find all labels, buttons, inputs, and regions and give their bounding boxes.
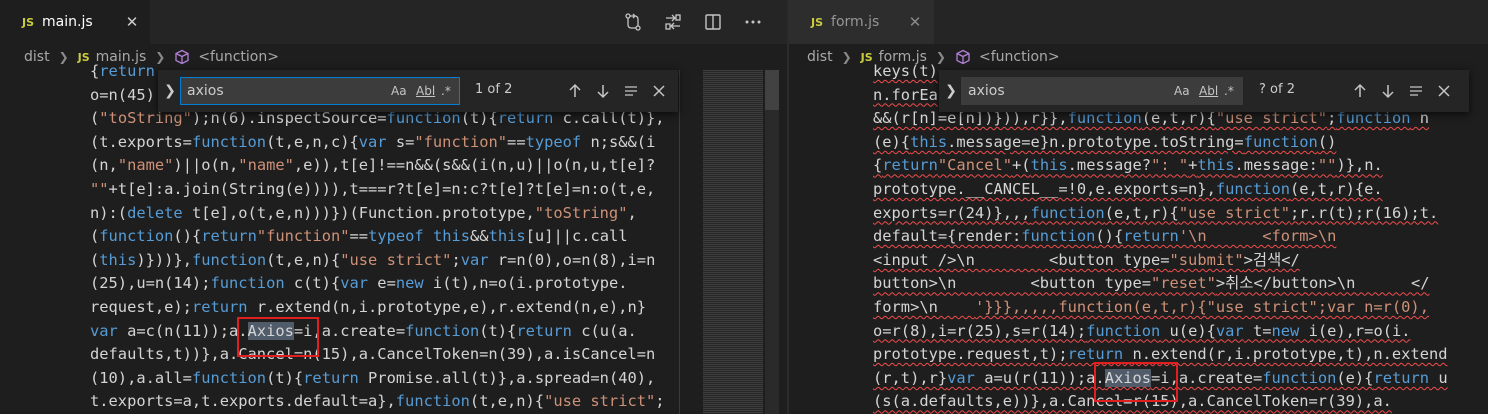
code-line[interactable]: (25),u=n(14);function c(t){var e=new i(t… — [90, 272, 628, 296]
code-line[interactable]: {return"Cancel"+(this.message?": "+this.… — [873, 154, 1383, 178]
code-line[interactable]: (e){this.message=e}n.prototype.toString=… — [873, 131, 1336, 155]
code-line[interactable]: request,e);return r.extend(n,i.prototype… — [90, 296, 646, 320]
code-line[interactable]: ""+t[e]:a.join(String(e)))),t===r?t[e]=n… — [90, 178, 655, 202]
find-input-box: Aa Abl .* — [961, 77, 1243, 105]
vertical-ruler — [679, 70, 680, 414]
code-line[interactable]: n.forEa — [873, 84, 938, 108]
close-icon[interactable]: ✕ — [122, 12, 142, 32]
code-line[interactable]: o=n(45) — [90, 84, 155, 108]
match-count: ? of 2 — [1259, 82, 1295, 97]
code-line[interactable]: (this)}))},function(t,e,n){"use strict";… — [90, 249, 655, 273]
code-line[interactable]: (function(){return"function"==typeof thi… — [90, 225, 628, 249]
code-line[interactable]: defaults,t))},a.Cancel=n(15),a.CancelTok… — [90, 343, 655, 367]
match-whole-word-icon[interactable]: Abl — [1199, 82, 1218, 100]
code-line[interactable]: var a=c(n(11));a.Axios=i,a.create=functi… — [90, 320, 637, 344]
close-find-icon[interactable] — [1433, 80, 1455, 102]
js-file-icon: JS — [811, 15, 824, 29]
use-regex-icon[interactable]: .* — [1224, 82, 1234, 100]
code-line[interactable]: form>\n '}}},,,,,function(e,t,r){"use st… — [873, 296, 1429, 320]
compare-icon[interactable] — [656, 5, 690, 39]
tab-bar: JS form.js ✕ — [789, 0, 1488, 44]
tab-title: main.js — [42, 14, 93, 30]
match-whole-word-icon[interactable]: Abl — [416, 82, 435, 100]
close-find-icon[interactable] — [648, 80, 670, 102]
more-actions-icon[interactable] — [736, 5, 770, 39]
code-line[interactable]: t.exports=a,t.exports.default=a},functio… — [90, 390, 665, 414]
code-line[interactable]: exports=r(24)},,,function(e,t,r){"use st… — [873, 202, 1438, 226]
find-widget: ❯ Aa Abl .* 1 of 2 — [158, 70, 678, 112]
use-regex-icon[interactable]: .* — [441, 82, 451, 100]
find-input[interactable] — [968, 78, 1148, 104]
match-highlight-box — [1094, 362, 1178, 402]
previous-match-icon[interactable] — [1349, 80, 1371, 102]
left-editor-group: JS main.js ✕ dist ❯ JS main.js ❯ <functi… — [0, 0, 787, 414]
next-match-icon[interactable] — [592, 80, 614, 102]
find-input[interactable] — [187, 78, 367, 104]
match-count: 1 of 2 — [475, 82, 513, 97]
tab-title: form.js — [831, 14, 880, 30]
code-editor[interactable]: {return o=n(45) ("toString");n(6).inspectS… — [0, 60, 787, 414]
code-line[interactable]: default={render:function(){return'\n <fo… — [873, 225, 1336, 249]
match-case-icon[interactable]: Aa — [391, 82, 407, 100]
find-in-selection-icon[interactable] — [620, 80, 642, 102]
tab-bar: JS main.js ✕ — [0, 0, 787, 44]
find-input-box: Aa Abl .* — [180, 77, 460, 105]
code-line[interactable]: o=r(8),i=r(25),s=r(14);function u(e){var… — [873, 320, 1411, 344]
code-line[interactable]: n):(delete t[e],o(t,e,n)))})(Function.pr… — [90, 202, 637, 226]
find-widget: ❯ Aa Abl .* ? of 2 — [939, 70, 1469, 112]
vertical-scrollbar[interactable] — [765, 70, 779, 414]
next-match-icon[interactable] — [1377, 80, 1399, 102]
code-editor[interactable]: keys(t) n.forEa &&(r[n]=e[n])})),r}},funct… — [789, 60, 1488, 414]
tab-main-js[interactable]: JS main.js ✕ — [0, 0, 150, 44]
code-line[interactable]: (10),a.all=function(t){return Promise.al… — [90, 367, 655, 391]
editor-actions — [610, 0, 770, 44]
open-changes-icon[interactable] — [616, 5, 650, 39]
right-editor-group: JS form.js ✕ dist ❯ JS form.js ❯ <functi… — [789, 0, 1488, 414]
code-line[interactable]: keys(t) — [873, 60, 938, 84]
code-line[interactable]: {return — [90, 60, 155, 84]
split-editor-icon[interactable] — [696, 5, 730, 39]
close-icon[interactable]: ✕ — [905, 12, 925, 32]
previous-match-icon[interactable] — [564, 80, 586, 102]
code-line[interactable]: prototype.__CANCEL__=!0,e.exports=n},fun… — [873, 178, 1383, 202]
find-in-selection-icon[interactable] — [1405, 80, 1427, 102]
code-line[interactable]: (n,"name")||o(n,"name",e)),t[e]!==n&&(s&… — [90, 154, 655, 178]
chevron-right-icon[interactable]: ❯ — [943, 80, 959, 102]
code-line[interactable]: <input />\n <button type="submit">검색</ — [873, 249, 1300, 273]
match-highlight-box — [237, 317, 319, 357]
code-line[interactable]: (t.exports=function(t,e,n,c){var s="func… — [90, 131, 655, 155]
match-case-icon[interactable]: Aa — [1174, 82, 1190, 100]
minimap[interactable] — [703, 70, 763, 414]
chevron-right-icon[interactable]: ❯ — [162, 80, 178, 102]
code-line[interactable]: button>\n <button type="reset">취소</butto… — [873, 272, 1430, 296]
scrollbar-thumb[interactable] — [765, 70, 779, 110]
tab-form-js[interactable]: JS form.js ✕ — [789, 0, 934, 44]
js-file-icon: JS — [22, 15, 35, 29]
